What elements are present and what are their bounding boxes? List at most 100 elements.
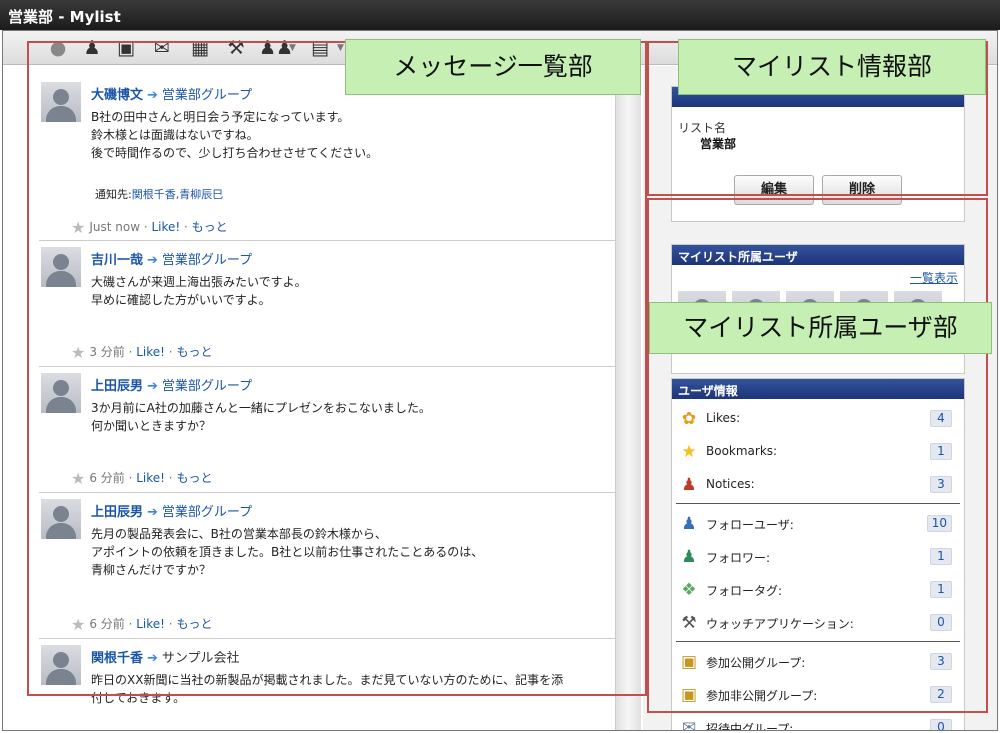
- more-link[interactable]: もっと: [176, 617, 212, 631]
- count-badge: 1: [930, 443, 952, 460]
- group-icon[interactable]: ♟♟: [259, 36, 293, 60]
- stat-follow-users[interactable]: ♟ フォローユーザ: 10: [672, 512, 966, 536]
- star-icon[interactable]: ★: [71, 218, 85, 237]
- count-badge: 0: [930, 719, 952, 730]
- callout-members: マイリスト所属ユーザ部: [649, 302, 992, 354]
- delete-button[interactable]: 削除: [822, 175, 902, 205]
- stat-follow-tags[interactable]: ❖ フォロータグ: 1: [672, 578, 966, 602]
- book-icon[interactable]: ▣: [113, 36, 139, 60]
- message-body: 昨日のXX新聞に当社の新製品が掲載されました。まだ見ていない方のために、記事を添…: [91, 671, 563, 707]
- star-icon: ★: [681, 442, 697, 462]
- follower-icon: ♟: [681, 547, 697, 567]
- like-link[interactable]: Like!: [136, 617, 165, 631]
- notify-label: 通知先:: [95, 188, 132, 201]
- app-frame: ● ♟ ▣ ✉ ▦ ⚒ ♟♟ ▼ ▤ ▼ 大磯博文 ➔ 営業部グループ B社の田中さ…: [2, 30, 998, 731]
- message-header: 大磯博文 ➔ 営業部グループ: [91, 84, 252, 103]
- avatar[interactable]: [41, 499, 81, 539]
- avatar[interactable]: [41, 373, 81, 413]
- message-footer: ★ Just now · Like! · もっと: [71, 218, 228, 237]
- more-link[interactable]: もっと: [192, 220, 228, 234]
- form-icon[interactable]: ▤: [307, 36, 333, 60]
- tools-icon: ⚒: [681, 613, 697, 633]
- message-footer: ★ 6 分前 · Like! · もっと: [71, 469, 213, 488]
- author-link[interactable]: 上田辰男: [91, 505, 143, 520]
- author-link[interactable]: 関根千香: [91, 651, 143, 666]
- notify-names-link[interactable]: 関根千香,青柳辰巳: [132, 188, 224, 201]
- more-link[interactable]: もっと: [176, 345, 212, 359]
- avatar[interactable]: [41, 82, 81, 122]
- stat-public-groups[interactable]: ▣ 参加公開グループ: 3: [672, 650, 966, 674]
- group-link[interactable]: サンプル会社: [162, 651, 240, 666]
- message-line: 先月の製品発表会に、B社の営業本部長の鈴木様から、: [91, 527, 387, 541]
- arrow-right-icon: ➔: [147, 253, 158, 268]
- timestamp: 3 分前: [89, 345, 125, 359]
- count-badge: 1: [930, 548, 952, 565]
- star-icon[interactable]: ★: [71, 469, 85, 488]
- avatar[interactable]: [41, 645, 81, 685]
- arrow-right-icon: ➔: [147, 505, 158, 520]
- edit-button[interactable]: 編集: [734, 175, 814, 205]
- stat-notices[interactable]: ♟ Notices: 3: [672, 473, 966, 497]
- more-link[interactable]: もっと: [176, 471, 212, 485]
- follow-user-icon: ♟: [681, 514, 697, 534]
- chevron-down-icon[interactable]: ▼: [289, 43, 296, 53]
- message-header: 上田辰男 ➔ 営業部グループ: [91, 375, 252, 394]
- callout-messages: メッセージ一覧部: [345, 39, 641, 95]
- divider: [676, 503, 960, 504]
- flower-icon: ✿: [681, 409, 697, 429]
- message-line: 後で時間作るので、少し打ち合わせさせてください。: [91, 146, 379, 160]
- window-title: 営業部 - Mylist: [0, 0, 1000, 30]
- message-line: 昨日のXX新聞に当社の新製品が掲載されました。まだ見ていない方のために、記事を添: [91, 673, 564, 687]
- right-sidebar: リスト名 営業部 編集 削除 マイリスト所属ユーザ 一覧表示 ユーザ情報 ✿ L…: [643, 66, 997, 730]
- arrow-right-icon: ➔: [147, 651, 158, 666]
- count-badge: 3: [930, 476, 952, 493]
- stat-private-groups[interactable]: ▣ 参加非公開グループ: 2: [672, 683, 966, 707]
- stat-watch-apps[interactable]: ⚒ ウォッチアプリケーション: 0: [672, 611, 966, 635]
- divider: [676, 641, 960, 642]
- star-icon[interactable]: ★: [71, 615, 85, 634]
- message-line: アポイントの依頼を頂きました。B社と以前お仕事されたことあるのは、: [91, 545, 484, 559]
- user-info-title: ユーザ情報: [672, 379, 964, 399]
- message-line: 青柳さんだけですか？: [91, 563, 212, 577]
- like-link[interactable]: Like!: [136, 345, 165, 359]
- message-item: 上田辰男 ➔ 営業部グループ 3か月前にA社の加藤さんと一緒にプレゼンをおこないまし…: [39, 369, 637, 493]
- stat-likes[interactable]: ✿ Likes: 4: [672, 407, 966, 431]
- calculator-icon[interactable]: ▦: [187, 36, 213, 60]
- view-all-link[interactable]: 一覧表示: [910, 269, 958, 286]
- count-badge: 2: [930, 686, 952, 703]
- like-link[interactable]: Like!: [151, 220, 180, 234]
- message-body: 大磯さんが来週上海出張みたいですよ。 早めに確認した方がいいですよ。: [91, 273, 307, 309]
- count-badge: 3: [930, 653, 952, 670]
- user-icon[interactable]: ♟: [79, 36, 105, 60]
- group-link[interactable]: 営業部グループ: [162, 88, 252, 103]
- message-body: 3か月前にA社の加藤さんと一緒にプレゼンをおこないました。 何か聞いときますか？: [91, 399, 431, 435]
- group-link[interactable]: 営業部グループ: [162, 379, 252, 394]
- group-link[interactable]: 営業部グループ: [162, 253, 252, 268]
- star-icon[interactable]: ★: [71, 343, 85, 362]
- like-link[interactable]: Like!: [136, 471, 165, 485]
- message-header: 上田辰男 ➔ 営業部グループ: [91, 501, 252, 520]
- author-link[interactable]: 大磯博文: [91, 88, 143, 103]
- lightbulb-icon[interactable]: ●: [45, 36, 71, 60]
- message-line: 鈴木様とは面識はないですね。: [91, 128, 259, 142]
- count-badge: 4: [930, 410, 952, 427]
- stat-bookmarks[interactable]: ★ Bookmarks: 1: [672, 440, 966, 464]
- stat-followers[interactable]: ♟ フォロワー: 1: [672, 545, 966, 569]
- count-badge: 0: [930, 614, 952, 631]
- message-item: 吉川一哉 ➔ 営業部グループ 大磯さんが来週上海出張みたいですよ。 早めに確認した方…: [39, 243, 637, 367]
- author-link[interactable]: 上田辰男: [91, 379, 143, 394]
- group-link[interactable]: 営業部グループ: [162, 505, 252, 520]
- chevron-down-icon[interactable]: ▼: [337, 43, 344, 53]
- scrollbar[interactable]: [615, 66, 641, 730]
- mylist-info-panel: リスト名 営業部 編集 削除: [671, 86, 965, 222]
- mail-icon[interactable]: ✉: [149, 36, 175, 60]
- message-footer: ★ 6 分前 · Like! · もっと: [71, 615, 213, 634]
- stat-invited-groups[interactable]: ✉ 招待中グループ: 0: [672, 716, 966, 730]
- lock-icon: ▣: [680, 685, 698, 705]
- author-link[interactable]: 吉川一哉: [91, 253, 143, 268]
- tools-icon[interactable]: ⚒: [223, 36, 249, 60]
- message-footer: ★ 3 分前 · Like! · もっと: [71, 343, 213, 362]
- message-line: 大磯さんが来週上海出張みたいですよ。: [91, 275, 307, 289]
- message-body: B社の田中さんと明日会う予定になっています。 鈴木様とは面識はないですね。 後で…: [91, 108, 378, 162]
- avatar[interactable]: [41, 247, 81, 287]
